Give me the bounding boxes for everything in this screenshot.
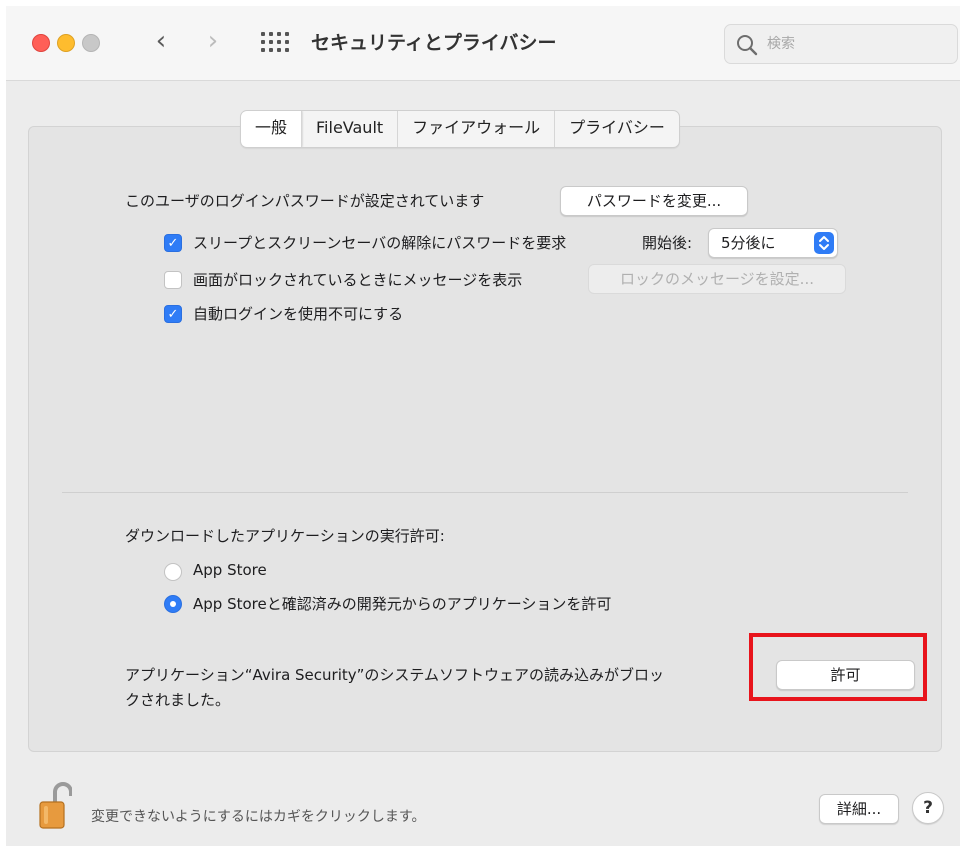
- tab-filevault[interactable]: FileVault: [302, 111, 399, 147]
- require-password-checkbox[interactable]: ✓: [164, 234, 182, 252]
- highlight-box: [749, 633, 927, 701]
- password-delay-value: 5分後に: [721, 234, 776, 252]
- blocked-message-line2: クされました。: [125, 691, 231, 709]
- blocked-message-line1: アプリケーション“Avira Security”のシステムソフトウェアの読み込み…: [125, 666, 664, 684]
- show-all-grid-icon[interactable]: [261, 32, 291, 54]
- unlocked-padlock-icon[interactable]: [38, 782, 72, 830]
- tab-general[interactable]: 一般: [241, 111, 303, 147]
- minimize-window-button[interactable]: [57, 34, 75, 52]
- disable-autologin-checkbox[interactable]: ✓: [164, 305, 182, 323]
- tab-privacy[interactable]: プライバシー: [555, 111, 679, 147]
- search-icon: [737, 35, 758, 56]
- tab-firewall[interactable]: ファイアウォール: [398, 111, 556, 147]
- change-password-button[interactable]: パスワードを変更...: [560, 186, 748, 216]
- radio-app-store[interactable]: [164, 563, 182, 581]
- zoom-window-button[interactable]: [82, 34, 100, 52]
- chevron-updown-icon: [814, 232, 834, 254]
- title-bar: ‹ › セキュリティとプライバシー 検索: [6, 6, 960, 81]
- tab-bar: 一般 FileVault ファイアウォール プライバシー: [240, 110, 680, 148]
- lock-message-checkbox[interactable]: [164, 271, 182, 289]
- downloads-heading: ダウンロードしたアプリケーションの実行許可:: [125, 527, 445, 545]
- set-lock-message-button[interactable]: ロックのメッセージを設定...: [588, 264, 846, 294]
- radio-app-store-identified[interactable]: [164, 595, 182, 613]
- search-placeholder: 検索: [767, 36, 795, 52]
- window-title: セキュリティとプライバシー: [311, 32, 557, 54]
- forward-button[interactable]: ›: [200, 28, 226, 56]
- disable-autologin-label: 自動ログインを使用不可にする: [193, 305, 404, 323]
- delay-label: 開始後:: [642, 234, 693, 252]
- require-password-label: スリープとスクリーンセーバの解除にパスワードを要求: [193, 234, 567, 252]
- help-button[interactable]: ?: [912, 792, 944, 824]
- radio-app-store-label: App Store: [193, 561, 267, 579]
- login-password-label: このユーザのログインパスワードが設定されています: [125, 192, 485, 210]
- lock-message-label: 画面がロックされているときにメッセージを表示: [193, 271, 523, 289]
- radio-app-store-identified-label: App Storeと確認済みの開発元からのアプリケーションを許可: [193, 595, 612, 613]
- password-delay-select[interactable]: 5分後に: [708, 228, 838, 258]
- close-window-button[interactable]: [32, 34, 50, 52]
- back-button[interactable]: ‹: [148, 28, 174, 56]
- search-field[interactable]: 検索: [724, 24, 958, 64]
- lock-hint-text: 変更できないようにするにはカギをクリックします。: [91, 809, 426, 825]
- section-divider: [62, 492, 908, 493]
- advanced-button[interactable]: 詳細...: [819, 794, 899, 824]
